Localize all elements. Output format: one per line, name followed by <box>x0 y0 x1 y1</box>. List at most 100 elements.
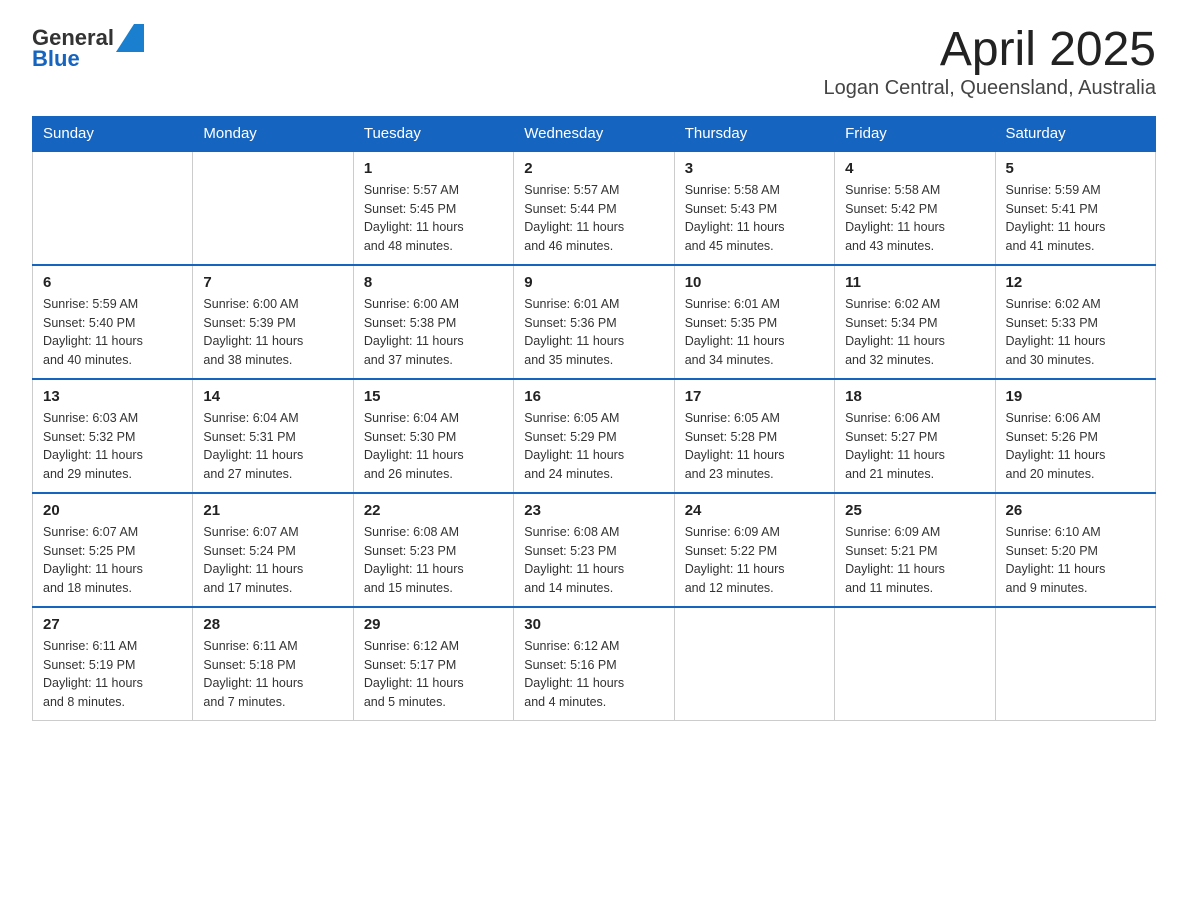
day-info: Sunrise: 6:07 AM Sunset: 5:25 PM Dayligh… <box>43 523 182 598</box>
calendar-cell <box>835 607 995 721</box>
page-header: General Blue April 2025 Logan Central, Q… <box>32 24 1156 100</box>
day-number: 3 <box>685 160 824 177</box>
calendar-cell: 17Sunrise: 6:05 AM Sunset: 5:28 PM Dayli… <box>674 379 834 493</box>
calendar-table: SundayMondayTuesdayWednesdayThursdayFrid… <box>32 116 1156 721</box>
calendar-cell: 22 Sunrise: 6:08 AM Sunset: 5:23 PM Dayli… <box>353 493 513 607</box>
day-info: Sunrise: 6:04 AM Sunset: 5:30 PM Dayligh… <box>364 409 503 484</box>
day-number: 12 <box>1006 274 1145 291</box>
day-info: Sunrise: 6:00 AM Sunset: 5:38 PM Dayligh… <box>364 295 503 370</box>
day-number: 21 <box>203 502 342 519</box>
day-number: 4 <box>845 160 984 177</box>
weekday-header-monday: Monday <box>193 116 353 151</box>
calendar-cell: 3 Sunrise: 5:58 AM Sunset: 5:43 PM Daylig… <box>674 151 834 265</box>
title-block: April 2025 Logan Central, Queensland, Au… <box>824 24 1156 100</box>
calendar-cell: 24Sunrise: 6:09 AM Sunset: 5:22 PM Dayli… <box>674 493 834 607</box>
day-info: Sunrise: 6:08 AM Sunset: 5:23 PM Dayligh… <box>524 523 663 598</box>
day-info: Sunrise: 6:07 AM Sunset: 5:24 PM Dayligh… <box>203 523 342 598</box>
day-number: 13 <box>43 388 182 405</box>
day-info: Sunrise: 6:08 AM Sunset: 5:23 PM Dayligh… <box>364 523 503 598</box>
day-number: 25 <box>845 502 984 519</box>
day-number: 22 <box>364 502 503 519</box>
day-number: 16 <box>524 388 663 405</box>
day-info: Sunrise: 6:06 AM Sunset: 5:26 PM Dayligh… <box>1006 409 1145 484</box>
day-info: Sunrise: 6:06 AM Sunset: 5:27 PM Dayligh… <box>845 409 984 484</box>
calendar-cell: 14 Sunrise: 6:04 AM Sunset: 5:31 PM Dayli… <box>193 379 353 493</box>
day-info: Sunrise: 6:11 AM Sunset: 5:18 PM Dayligh… <box>203 637 342 712</box>
day-info: Sunrise: 6:00 AM Sunset: 5:39 PM Dayligh… <box>203 295 342 370</box>
day-info: Sunrise: 6:02 AM Sunset: 5:34 PM Dayligh… <box>845 295 984 370</box>
calendar-cell: 9 Sunrise: 6:01 AM Sunset: 5:36 PM Daylig… <box>514 265 674 379</box>
day-number: 6 <box>43 274 182 291</box>
logo-icon <box>116 24 144 52</box>
calendar-cell: 27 Sunrise: 6:11 AM Sunset: 5:19 PM Dayli… <box>33 607 193 721</box>
calendar-header: SundayMondayTuesdayWednesdayThursdayFrid… <box>33 116 1156 151</box>
calendar-cell: 15Sunrise: 6:04 AM Sunset: 5:30 PM Dayli… <box>353 379 513 493</box>
calendar-cell: 2Sunrise: 5:57 AM Sunset: 5:44 PM Daylig… <box>514 151 674 265</box>
calendar-cell <box>193 151 353 265</box>
day-info: Sunrise: 6:12 AM Sunset: 5:16 PM Dayligh… <box>524 637 663 712</box>
day-number: 1 <box>364 160 503 177</box>
calendar-cell: 18 Sunrise: 6:06 AM Sunset: 5:27 PM Dayli… <box>835 379 995 493</box>
day-info: Sunrise: 6:02 AM Sunset: 5:33 PM Dayligh… <box>1006 295 1145 370</box>
day-info: Sunrise: 6:03 AM Sunset: 5:32 PM Dayligh… <box>43 409 182 484</box>
weekday-header-wednesday: Wednesday <box>514 116 674 151</box>
day-info: Sunrise: 6:04 AM Sunset: 5:31 PM Dayligh… <box>203 409 342 484</box>
day-info: Sunrise: 5:58 AM Sunset: 5:42 PM Dayligh… <box>845 181 984 256</box>
day-info: Sunrise: 6:05 AM Sunset: 5:29 PM Dayligh… <box>524 409 663 484</box>
calendar-cell: 19 Sunrise: 6:06 AM Sunset: 5:26 PM Dayli… <box>995 379 1155 493</box>
day-number: 28 <box>203 616 342 633</box>
calendar-cell: 30 Sunrise: 6:12 AM Sunset: 5:16 PM Dayli… <box>514 607 674 721</box>
calendar-cell: 16 Sunrise: 6:05 AM Sunset: 5:29 PM Dayli… <box>514 379 674 493</box>
calendar-cell <box>674 607 834 721</box>
day-info: Sunrise: 6:12 AM Sunset: 5:17 PM Dayligh… <box>364 637 503 712</box>
calendar-subtitle: Logan Central, Queensland, Australia <box>824 77 1156 100</box>
day-number: 10 <box>685 274 824 291</box>
calendar-cell: 13 Sunrise: 6:03 AM Sunset: 5:32 PM Dayli… <box>33 379 193 493</box>
calendar-week-row: 27 Sunrise: 6:11 AM Sunset: 5:19 PM Dayli… <box>33 607 1156 721</box>
day-number: 8 <box>364 274 503 291</box>
calendar-cell: 5 Sunrise: 5:59 AM Sunset: 5:41 PM Daylig… <box>995 151 1155 265</box>
day-number: 14 <box>203 388 342 405</box>
day-info: Sunrise: 6:09 AM Sunset: 5:21 PM Dayligh… <box>845 523 984 598</box>
day-number: 11 <box>845 274 984 291</box>
day-info: Sunrise: 6:09 AM Sunset: 5:22 PM Dayligh… <box>685 523 824 598</box>
day-info: Sunrise: 5:58 AM Sunset: 5:43 PM Dayligh… <box>685 181 824 256</box>
calendar-cell <box>33 151 193 265</box>
calendar-week-row: 20 Sunrise: 6:07 AM Sunset: 5:25 PM Dayli… <box>33 493 1156 607</box>
day-info: Sunrise: 6:11 AM Sunset: 5:19 PM Dayligh… <box>43 637 182 712</box>
calendar-body: 1 Sunrise: 5:57 AM Sunset: 5:45 PM Daylig… <box>33 151 1156 721</box>
day-number: 30 <box>524 616 663 633</box>
day-info: Sunrise: 6:05 AM Sunset: 5:28 PM Dayligh… <box>685 409 824 484</box>
calendar-cell: 8 Sunrise: 6:00 AM Sunset: 5:38 PM Daylig… <box>353 265 513 379</box>
calendar-cell: 10 Sunrise: 6:01 AM Sunset: 5:35 PM Dayli… <box>674 265 834 379</box>
day-number: 27 <box>43 616 182 633</box>
calendar-cell: 21 Sunrise: 6:07 AM Sunset: 5:24 PM Dayli… <box>193 493 353 607</box>
day-info: Sunrise: 6:10 AM Sunset: 5:20 PM Dayligh… <box>1006 523 1145 598</box>
calendar-cell <box>995 607 1155 721</box>
day-number: 19 <box>1006 388 1145 405</box>
day-number: 18 <box>845 388 984 405</box>
day-info: Sunrise: 6:01 AM Sunset: 5:35 PM Dayligh… <box>685 295 824 370</box>
day-info: Sunrise: 5:57 AM Sunset: 5:45 PM Dayligh… <box>364 181 503 256</box>
calendar-cell: 23Sunrise: 6:08 AM Sunset: 5:23 PM Dayli… <box>514 493 674 607</box>
logo: General Blue <box>32 24 146 72</box>
weekday-header-thursday: Thursday <box>674 116 834 151</box>
calendar-cell: 6 Sunrise: 5:59 AM Sunset: 5:40 PM Daylig… <box>33 265 193 379</box>
calendar-cell: 20 Sunrise: 6:07 AM Sunset: 5:25 PM Dayli… <box>33 493 193 607</box>
calendar-cell: 28 Sunrise: 6:11 AM Sunset: 5:18 PM Dayli… <box>193 607 353 721</box>
calendar-week-row: 1 Sunrise: 5:57 AM Sunset: 5:45 PM Daylig… <box>33 151 1156 265</box>
day-number: 29 <box>364 616 503 633</box>
day-info: Sunrise: 6:01 AM Sunset: 5:36 PM Dayligh… <box>524 295 663 370</box>
day-info: Sunrise: 5:59 AM Sunset: 5:41 PM Dayligh… <box>1006 181 1145 256</box>
weekday-header-row: SundayMondayTuesdayWednesdayThursdayFrid… <box>33 116 1156 151</box>
day-number: 2 <box>524 160 663 177</box>
day-number: 9 <box>524 274 663 291</box>
calendar-cell: 11 Sunrise: 6:02 AM Sunset: 5:34 PM Dayli… <box>835 265 995 379</box>
weekday-header-tuesday: Tuesday <box>353 116 513 151</box>
day-number: 5 <box>1006 160 1145 177</box>
calendar-week-row: 6 Sunrise: 5:59 AM Sunset: 5:40 PM Daylig… <box>33 265 1156 379</box>
calendar-week-row: 13 Sunrise: 6:03 AM Sunset: 5:32 PM Dayli… <box>33 379 1156 493</box>
day-info: Sunrise: 5:59 AM Sunset: 5:40 PM Dayligh… <box>43 295 182 370</box>
logo-blue-text: Blue <box>32 46 80 72</box>
day-number: 20 <box>43 502 182 519</box>
